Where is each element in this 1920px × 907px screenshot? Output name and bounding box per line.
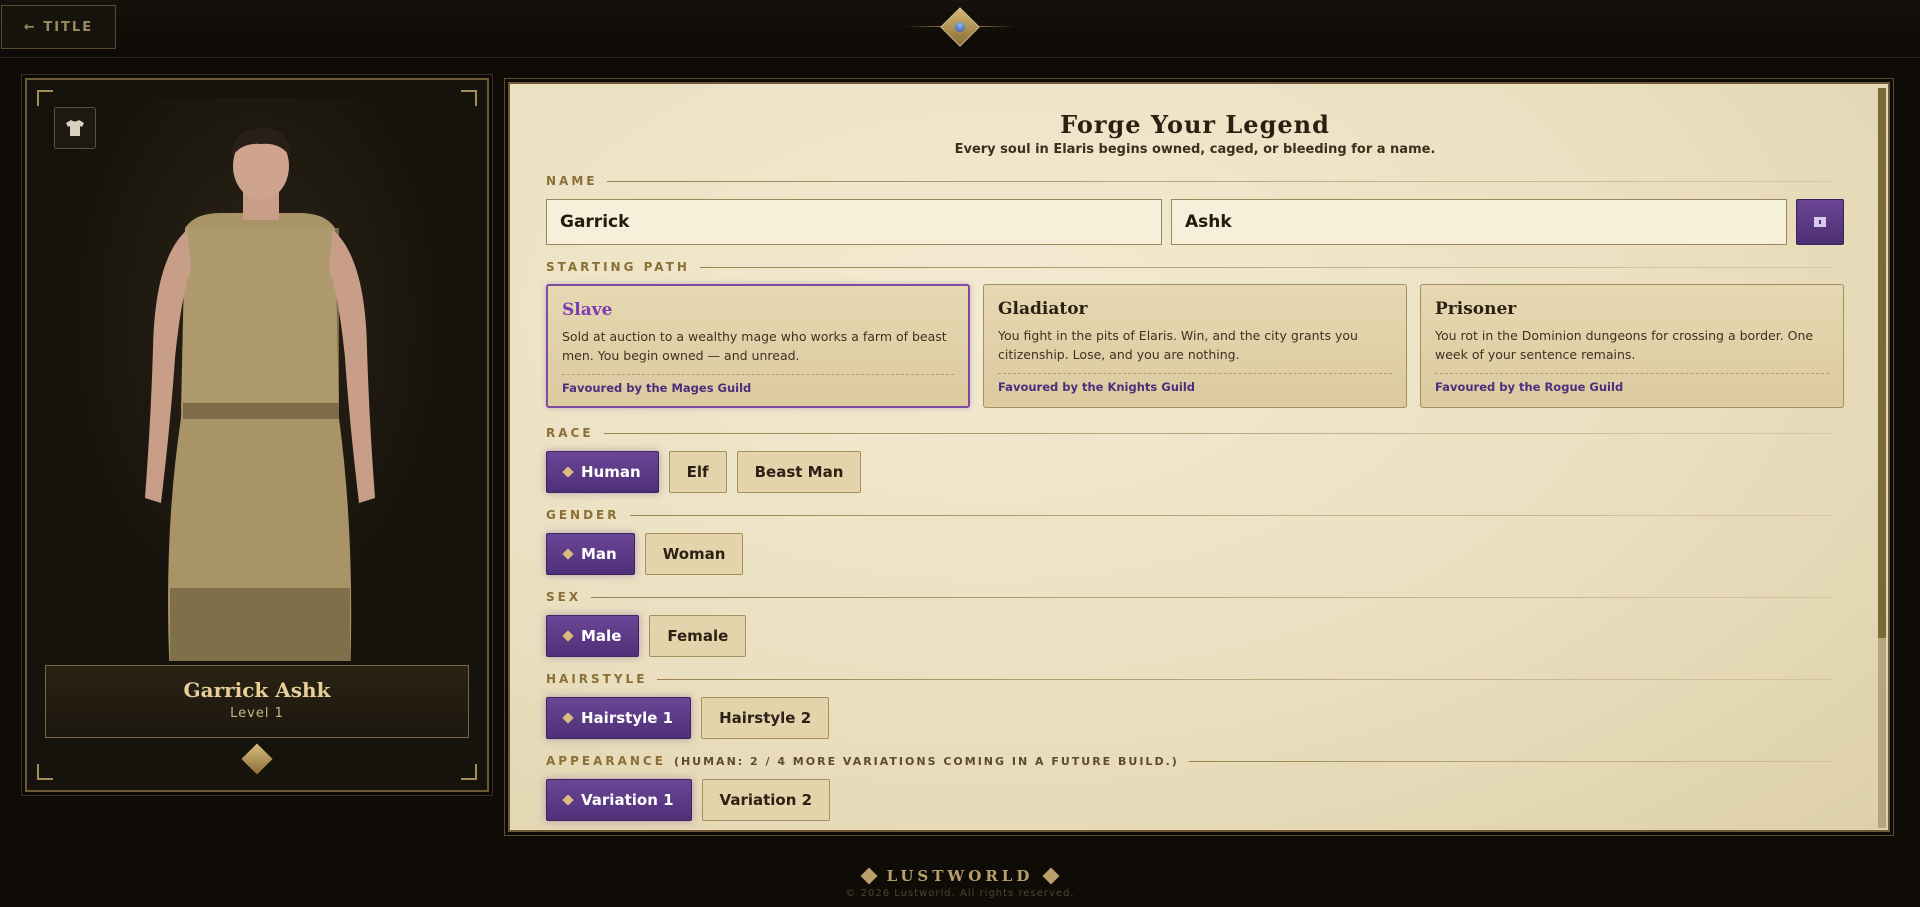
path-card-gladiator[interactable]: Gladiator You fight in the pits of Elari… xyxy=(983,284,1407,408)
footer-brand: LUSTWORLD xyxy=(0,867,1920,885)
path-description: You fight in the pits of Elaris. Win, an… xyxy=(998,328,1358,362)
gender-option-man[interactable]: Man xyxy=(546,533,635,575)
outfit-toggle-button[interactable] xyxy=(54,107,96,149)
race-options: Human Elf Beast Man xyxy=(546,451,862,493)
race-option-beast-man[interactable]: Beast Man xyxy=(736,451,862,493)
section-label-race: RACE xyxy=(546,425,1832,441)
path-title: Gladiator xyxy=(998,299,1088,319)
path-description: Sold at auction to a wealthy mage who wo… xyxy=(562,329,947,363)
character-portrait xyxy=(45,98,469,661)
randomize-name-button[interactable] xyxy=(1796,199,1844,245)
top-gem-ornament xyxy=(905,7,1015,47)
diamond-icon xyxy=(562,548,574,560)
shirt-icon xyxy=(66,120,84,136)
diamond-ornament-icon xyxy=(241,743,273,775)
corner-ornament xyxy=(37,764,53,780)
section-label-sex: SEX xyxy=(546,589,1832,605)
diamond-icon xyxy=(562,630,574,642)
gender-option-woman[interactable]: Woman xyxy=(644,533,744,575)
diamond-icon xyxy=(860,867,878,885)
appearance-options: Variation 1 Variation 2 xyxy=(546,779,831,821)
section-label-gender: GENDER xyxy=(546,507,1832,523)
character-name: Garrick Ashk xyxy=(183,678,331,702)
last-name-field[interactable]: Ashk xyxy=(1171,199,1787,245)
back-to-title-button[interactable]: ← TITLE xyxy=(1,5,116,49)
character-portrait-panel: Garrick Ashk Level 1 xyxy=(25,78,489,792)
footer: LUSTWORLD © 2026 Lustworld. All rights r… xyxy=(0,855,1920,907)
corner-ornament xyxy=(461,764,477,780)
diamond-icon xyxy=(562,466,574,478)
path-favour: Favoured by the Knights Guild xyxy=(998,373,1392,394)
section-label-starting-path: STARTING PATH xyxy=(546,259,1832,275)
hairstyle-options: Hairstyle 1 Hairstyle 2 xyxy=(546,697,830,739)
section-label-hairstyle: HAIRSTYLE xyxy=(546,671,1832,687)
path-title: Prisoner xyxy=(1435,299,1517,319)
dice-icon xyxy=(1814,217,1826,227)
race-option-elf[interactable]: Elf xyxy=(668,451,727,493)
first-name-field[interactable]: Garrick xyxy=(546,199,1162,245)
diamond-icon xyxy=(1042,867,1060,885)
path-title: Slave xyxy=(562,300,613,320)
section-label-name: NAME xyxy=(546,173,1832,189)
sex-option-male[interactable]: Male xyxy=(546,615,640,657)
path-favour: Favoured by the Mages Guild xyxy=(562,374,954,395)
hairstyle-option-1[interactable]: Hairstyle 1 xyxy=(546,697,692,739)
diamond-icon xyxy=(562,712,574,724)
diamond-icon xyxy=(562,794,574,806)
footer-copyright: © 2026 Lustworld. All rights reserved. xyxy=(845,888,1075,899)
character-creation-form: Forge Your Legend Every soul in Elaris b… xyxy=(508,82,1890,832)
character-level: Level 1 xyxy=(230,706,284,721)
variation-option-1[interactable]: Variation 1 xyxy=(546,779,692,821)
gender-options: Man Woman xyxy=(546,533,744,575)
character-name-plate: Garrick Ashk Level 1 xyxy=(45,665,469,738)
appearance-note: (HUMAN: 2 / 4 MORE VARIATIONS COMING IN … xyxy=(673,754,1179,768)
path-description: You rot in the Dominion dungeons for cro… xyxy=(1435,328,1814,362)
top-bar: ← TITLE xyxy=(0,0,1920,58)
character-figure xyxy=(145,128,375,661)
page-title: Forge Your Legend xyxy=(1060,110,1330,139)
variation-option-2[interactable]: Variation 2 xyxy=(701,779,831,821)
page-subtitle: Every soul in Elaris begins owned, caged… xyxy=(954,142,1436,157)
sex-option-female[interactable]: Female xyxy=(649,615,747,657)
sex-options: Male Female xyxy=(546,615,747,657)
section-label-appearance: APPEARANCE (HUMAN: 2 / 4 MORE VARIATIONS… xyxy=(546,753,1832,769)
path-card-slave[interactable]: Slave Sold at auction to a wealthy mage … xyxy=(546,284,970,408)
form-scrollbar[interactable] xyxy=(1878,88,1886,828)
path-card-prisoner[interactable]: Prisoner You rot in the Dominion dungeon… xyxy=(1420,284,1844,408)
path-favour: Favoured by the Rogue Guild xyxy=(1435,373,1829,394)
race-option-human[interactable]: Human xyxy=(546,451,659,493)
hairstyle-option-2[interactable]: Hairstyle 2 xyxy=(701,697,830,739)
